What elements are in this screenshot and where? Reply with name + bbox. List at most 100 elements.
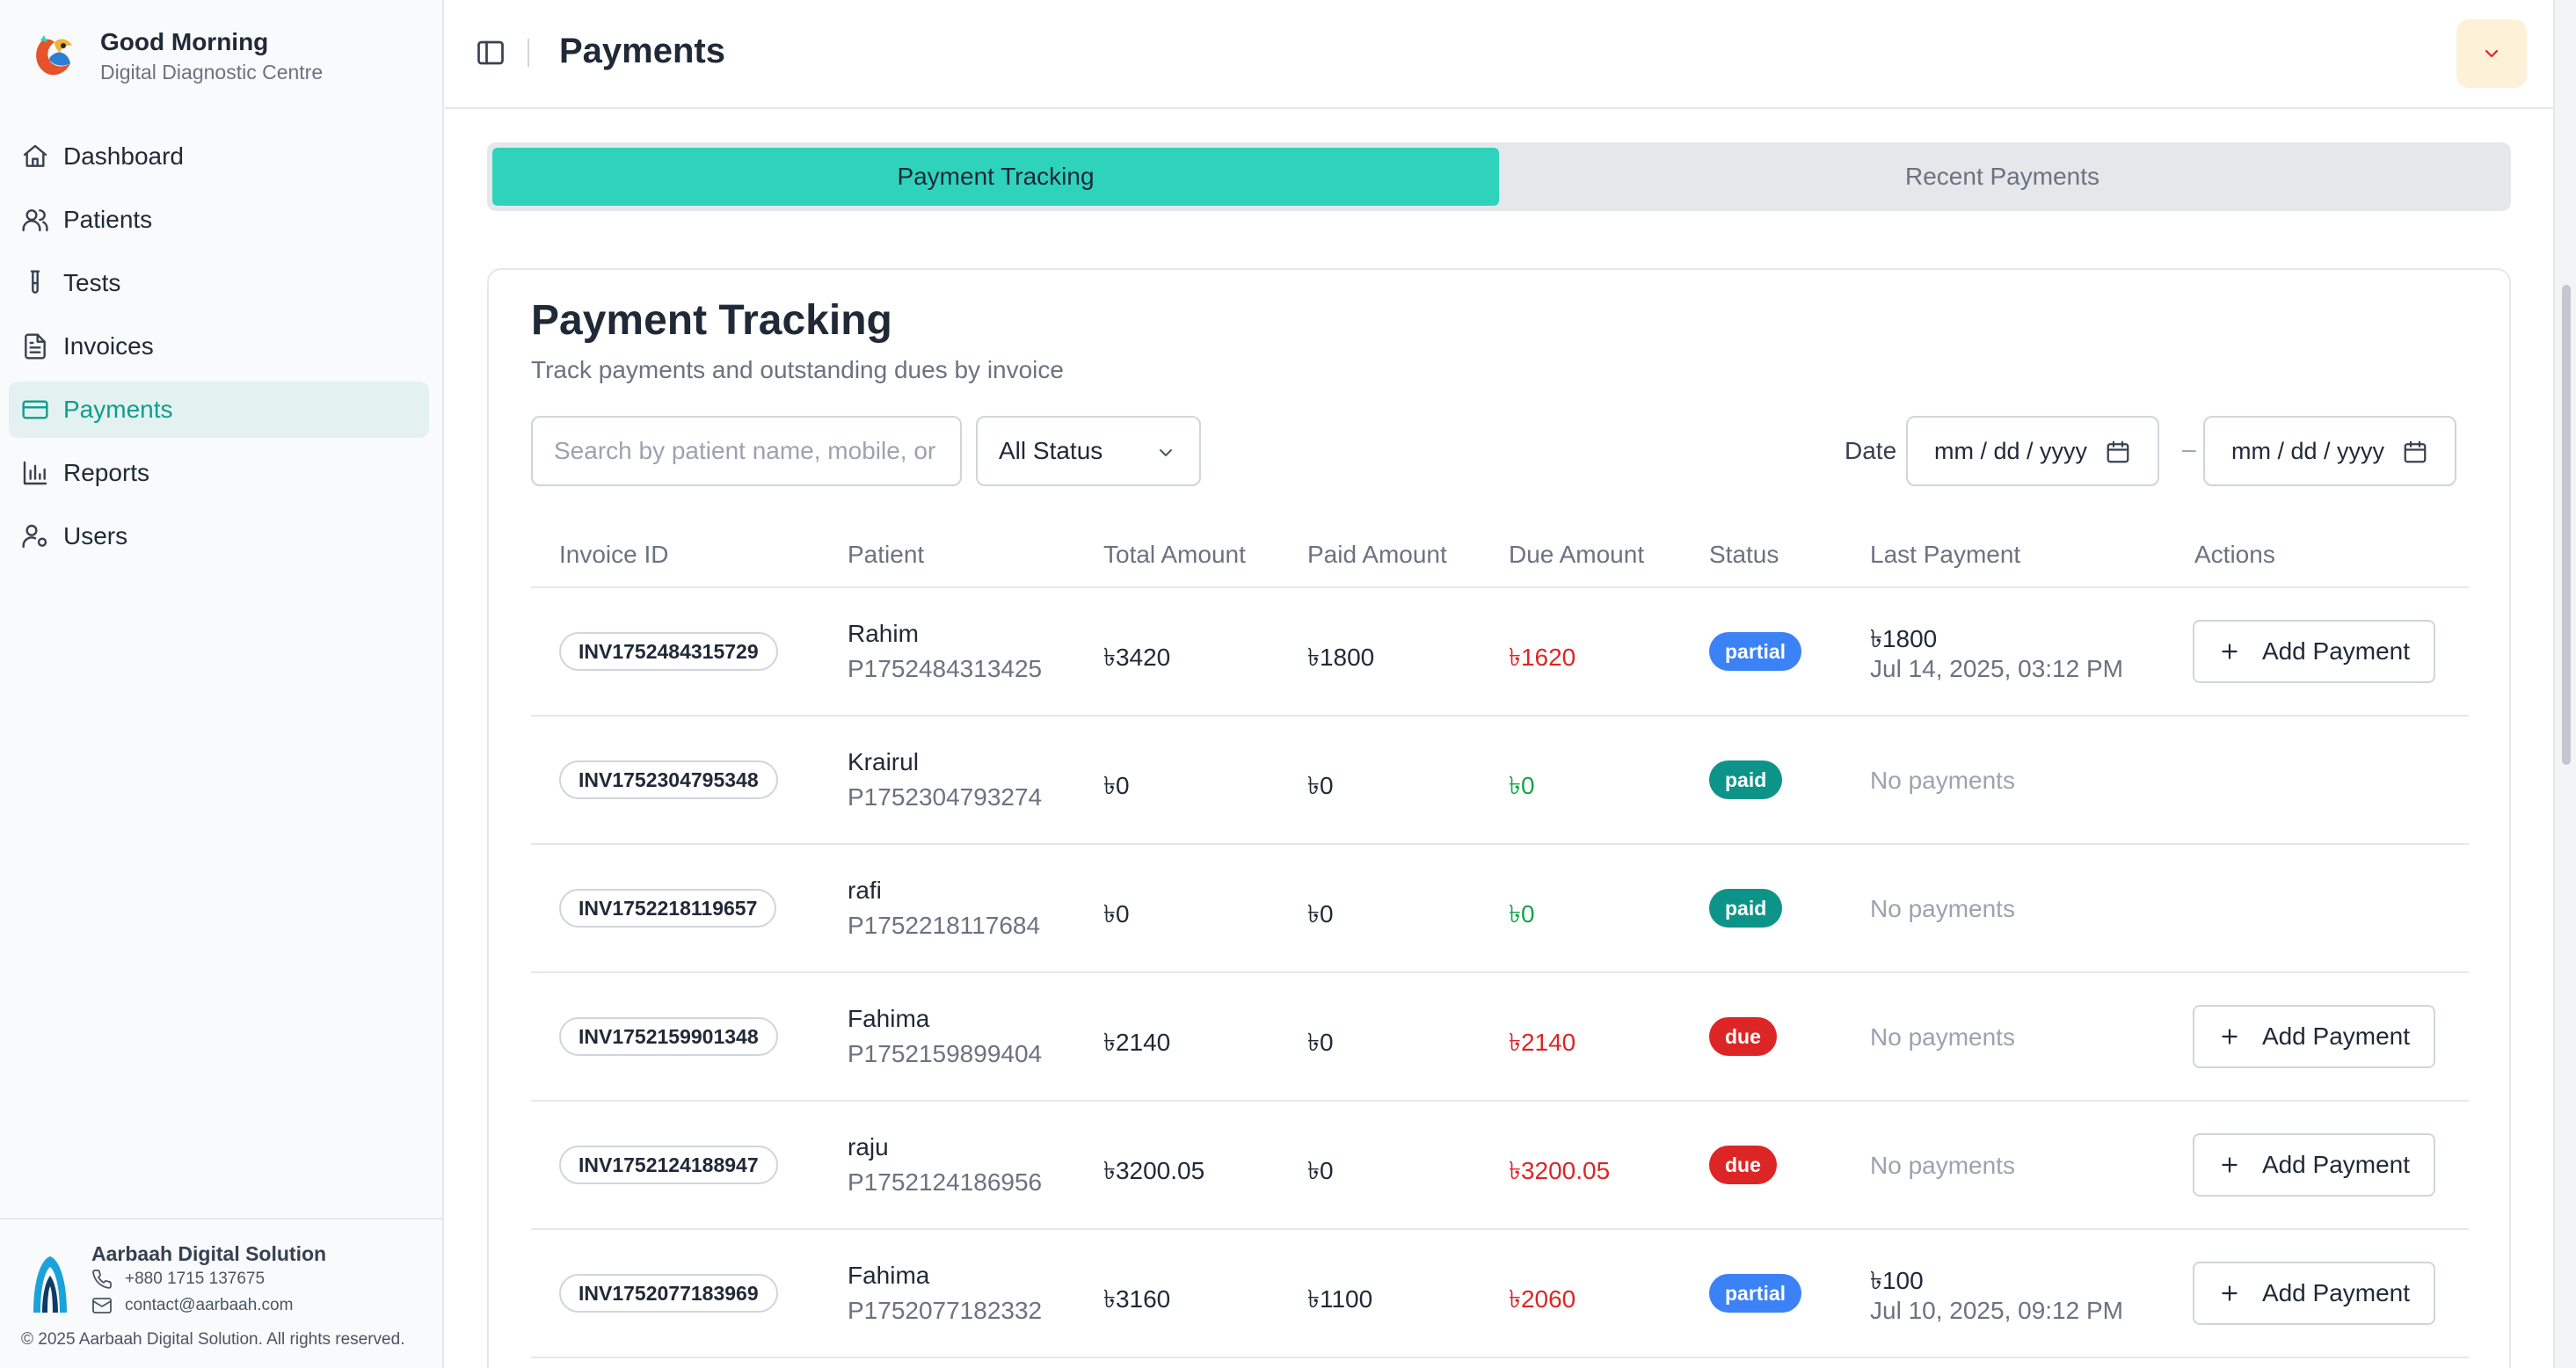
last-payment-date: Jul 14, 2025, 03:12 PM <box>1870 655 2123 682</box>
invoice-id-badge: INV1752077183969 <box>559 1274 778 1313</box>
add-payment-button[interactable]: Add Payment <box>2193 620 2435 683</box>
patient-name: raju <box>848 1133 889 1161</box>
column-header-actions: Actions <box>2194 541 2275 568</box>
paid-amount: ৳0 <box>1307 1029 1334 1056</box>
user-menu-button[interactable] <box>2456 19 2527 88</box>
date-from-input[interactable]: mm / dd / yyyy <box>1906 416 2159 486</box>
due-amount: ৳1620 <box>1509 644 1576 671</box>
invoice-id-badge: INV1752304795348 <box>559 760 778 799</box>
last-payment-none: No payments <box>1870 767 2015 794</box>
status-badge: partial <box>1709 632 1802 671</box>
payment-tabs: Payment Tracking Recent Payments <box>487 142 2511 211</box>
paid-amount: ৳1800 <box>1307 644 1375 671</box>
sidebar-item-label: Payments <box>63 396 173 423</box>
header-divider <box>528 39 529 67</box>
user-cog-icon <box>22 524 47 549</box>
tab-payment-tracking[interactable]: Payment Tracking <box>492 148 1499 206</box>
paid-amount: ৳0 <box>1307 900 1334 928</box>
plus-icon <box>2222 1157 2238 1173</box>
date-to-input[interactable]: mm / dd / yyyy <box>2203 416 2456 486</box>
sidebar-item-payments[interactable]: Payments <box>9 382 429 438</box>
payments-table: Invoice ID Patient Total Amount Paid Amo… <box>531 516 2469 1358</box>
date-range-separator: – <box>2182 435 2196 462</box>
brand[interactable]: Good Morning Digital Diagnostic Centre <box>25 26 323 86</box>
copyright: © 2025 Aarbaah Digital Solution. All rig… <box>21 1330 405 1349</box>
credit-card-icon <box>22 400 48 419</box>
patient-id: P1752484313425 <box>848 655 1043 682</box>
total-amount: ৳3160 <box>1103 1285 1171 1313</box>
column-header-patient: Patient <box>848 541 925 568</box>
column-header-last-payment: Last Payment <box>1870 541 2021 568</box>
search-input[interactable] <box>531 416 962 486</box>
sidebar-item-label: Dashboard <box>63 142 184 170</box>
status-badge: partial <box>1709 1274 1802 1313</box>
status-filter-select[interactable]: All Status <box>976 416 1201 486</box>
users-icon <box>22 209 48 232</box>
status-filter-value: All Status <box>999 437 1103 464</box>
add-payment-label: Add Payment <box>2261 637 2411 665</box>
sidebar-item-dashboard[interactable]: Dashboard <box>9 128 429 185</box>
calendar-icon[interactable] <box>2402 439 2428 465</box>
status-badge: due <box>1709 1146 1777 1184</box>
sidebar-item-label: Users <box>63 522 128 549</box>
sidebar-footer: Aarbaah Digital Solution +880 1715 13767… <box>0 1218 442 1368</box>
sidebar-item-users[interactable]: Users <box>9 508 429 564</box>
column-header-paid-amount: Paid Amount <box>1307 541 1447 568</box>
date-to-placeholder: mm / dd / yyyy <box>2231 437 2385 464</box>
invoice-id-badge: INV1752124188947 <box>559 1146 778 1184</box>
footer-phone[interactable]: +880 1715 137675 <box>91 1269 265 1290</box>
top-header: Payments <box>445 0 2553 109</box>
phone-icon <box>92 1270 112 1289</box>
company-name: Aarbaah Digital Solution <box>91 1242 327 1265</box>
sidebar-item-tests[interactable]: Tests <box>9 255 429 311</box>
patient-id: P1752218117684 <box>848 912 1041 939</box>
tab-recent-payments[interactable]: Recent Payments <box>1499 148 2506 206</box>
brand-subtitle: Digital Diagnostic Centre <box>100 61 324 84</box>
invoice-id-badge: INV1752484315729 <box>559 632 778 671</box>
footer-phone-text: +880 1715 137675 <box>125 1270 266 1288</box>
sidebar-item-reports[interactable]: Reports <box>9 445 429 501</box>
paid-amount: ৳1100 <box>1307 1285 1373 1313</box>
patient-name: Rahim <box>848 620 919 647</box>
add-payment-button[interactable]: Add Payment <box>2193 1262 2435 1325</box>
plus-icon <box>2222 1285 2238 1301</box>
calendar-icon[interactable] <box>2105 439 2131 465</box>
last-payment-none: No payments <box>1870 1152 2015 1179</box>
table-row: INV1752218119657 rafi P1752218117684 ৳0 … <box>531 845 2469 973</box>
table-row: INV1752077183969 Fahima P1752077182332 ৳… <box>531 1230 2469 1358</box>
date-from-placeholder: mm / dd / yyyy <box>1934 437 2088 464</box>
due-amount: ৳0 <box>1509 900 1535 928</box>
add-payment-button[interactable]: Add Payment <box>2193 1005 2435 1068</box>
add-payment-button[interactable]: Add Payment <box>2193 1133 2435 1197</box>
mail-icon <box>92 1298 112 1313</box>
page-scrollbar[interactable] <box>2553 0 2576 1368</box>
column-header-total-amount: Total Amount <box>1103 541 1246 568</box>
card-title: Payment Tracking <box>531 297 892 344</box>
paid-amount: ৳0 <box>1307 772 1334 799</box>
sidebar-item-patients[interactable]: Patients <box>9 192 429 248</box>
sidebar-toggle-icon[interactable] <box>475 37 506 69</box>
home-icon <box>23 144 47 167</box>
total-amount: ৳3200.05 <box>1103 1157 1205 1184</box>
sidebar: Good Morning Digital Diagnostic Centre D… <box>0 0 444 1368</box>
footer-email[interactable]: contact@aarbaah.com <box>91 1295 293 1316</box>
scrollbar-thumb[interactable] <box>2562 285 2571 765</box>
column-header-invoice-id: Invoice ID <box>559 541 669 568</box>
brand-logo-icon <box>36 35 72 76</box>
sidebar-item-invoices[interactable]: Invoices <box>9 318 429 375</box>
due-amount: ৳2060 <box>1509 1285 1576 1313</box>
table-row: INV1752159901348 Fahima P1752159899404 ৳… <box>531 973 2469 1102</box>
table-header: Invoice ID Patient Total Amount Paid Amo… <box>531 516 2469 588</box>
sidebar-item-label: Reports <box>63 459 150 486</box>
add-payment-label: Add Payment <box>2261 1151 2411 1178</box>
sidebar-item-label: Invoices <box>63 332 154 360</box>
chevron-down-icon <box>1160 449 1172 456</box>
date-label: Date <box>1845 437 1897 464</box>
table-row: INV1752304795348 Krairul P1752304793274 … <box>531 717 2469 845</box>
paid-amount: ৳0 <box>1307 1157 1334 1184</box>
chevron-down-icon <box>2485 49 2499 58</box>
plus-icon <box>2222 1029 2238 1044</box>
test-tube-icon <box>30 270 40 294</box>
add-payment-label: Add Payment <box>2261 1279 2411 1306</box>
column-header-status: Status <box>1709 541 1779 568</box>
